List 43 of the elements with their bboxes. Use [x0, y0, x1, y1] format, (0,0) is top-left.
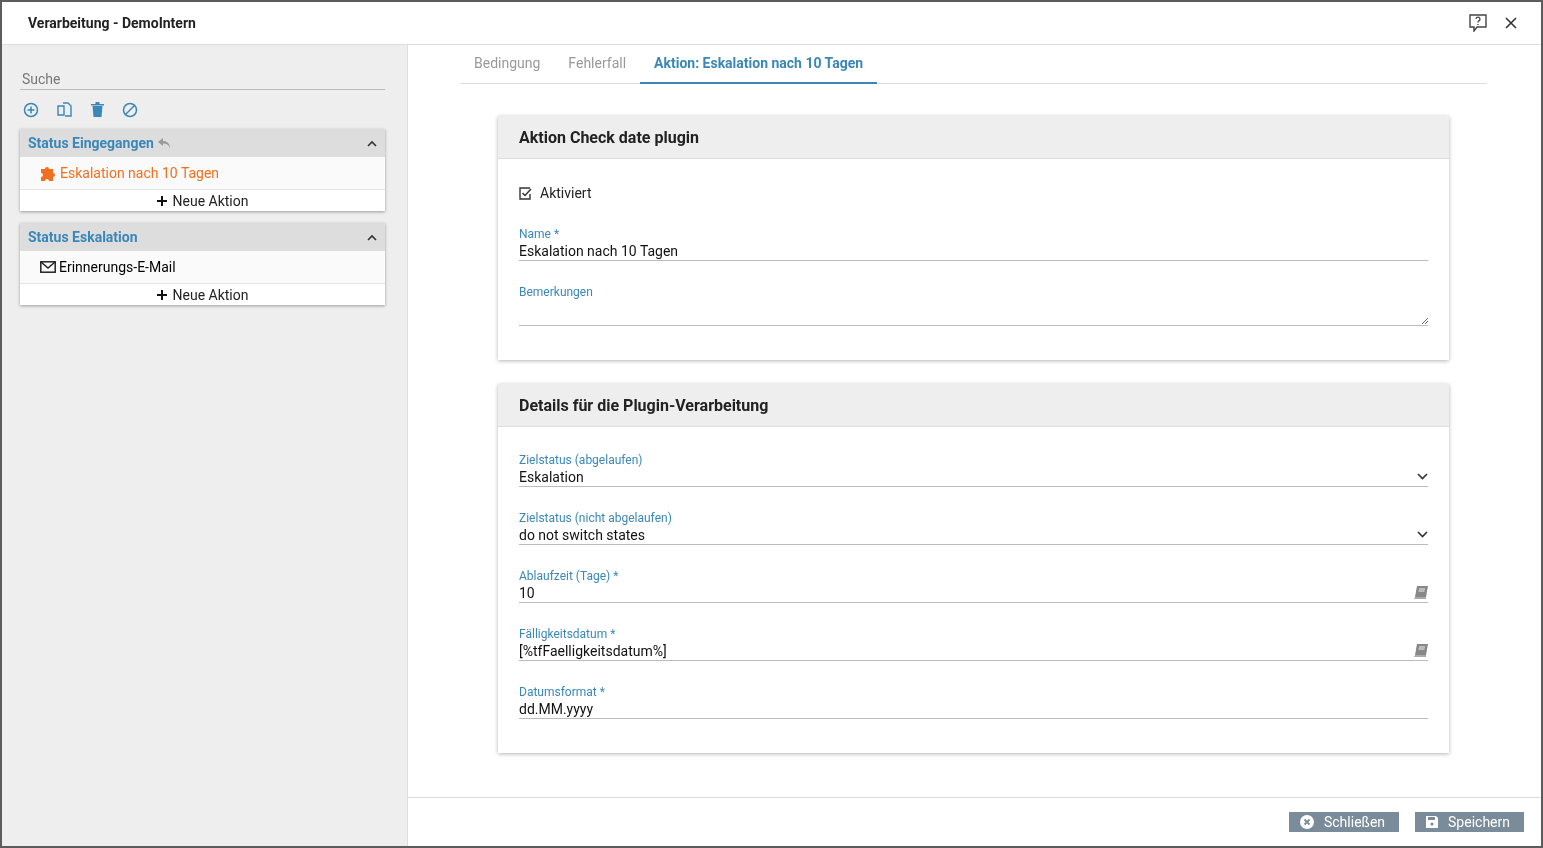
action-item[interactable]: Erinnerungs-E-Mail [20, 251, 385, 284]
help-icon[interactable] [1469, 14, 1487, 32]
search-field[interactable]: Suche [20, 69, 385, 90]
new-action-button[interactable]: Neue Aktion [20, 190, 385, 211]
field-label: Datumsformat * [519, 685, 606, 699]
puzzle-icon [40, 165, 57, 181]
field-label: Name * [519, 227, 561, 241]
book-icon[interactable] [1414, 644, 1428, 657]
section-title: Details für die Plugin-Verarbeitung [519, 395, 769, 415]
select-field[interactable]: do not switch states [519, 526, 1417, 543]
checkbox-label: Aktiviert [540, 185, 592, 201]
field-label: Ablaufzeit (Tage) * [519, 569, 620, 583]
copy-icon[interactable] [57, 102, 73, 119]
field-label: Zielstatus (abgelaufen) [519, 453, 644, 467]
chevron-icon[interactable] [367, 139, 377, 147]
new-action-button[interactable]: Neue Aktion [20, 284, 385, 305]
field-label: Zielstatus (nicht abgelaufen) [519, 511, 673, 525]
add-icon[interactable] [23, 102, 39, 118]
select-field[interactable]: Eskalation [519, 468, 1417, 485]
field-label: Fälligkeitsdatum * [519, 627, 617, 641]
input-field[interactable]: 10 [519, 584, 1414, 601]
input-field[interactable]: [%tfFaelligkeitsdatum%] [519, 642, 1414, 659]
input-field[interactable]: Eskalation nach 10 Tagen [519, 242, 1428, 259]
chevron-icon[interactable] [367, 233, 377, 241]
chevron-down-icon[interactable] [1417, 531, 1428, 538]
input-field[interactable]: dd.MM.yyyy [519, 700, 1428, 717]
checkbox[interactable] [519, 186, 532, 200]
group-title: Status Eingegangen [28, 135, 154, 151]
envelope-icon [40, 261, 56, 273]
window-title: Verarbeitung - DemoIntern [28, 15, 197, 31]
chevron-down-icon[interactable] [1417, 473, 1428, 480]
plus-icon [156, 195, 167, 206]
book-icon[interactable] [1414, 586, 1428, 599]
tab[interactable]: Aktion: Eskalation nach 10 Tagen [640, 45, 878, 84]
group-title: Status Eskalation [28, 229, 138, 245]
close-circle-icon [1299, 815, 1314, 829]
section-title: Aktion Check date plugin [519, 127, 699, 147]
close-icon[interactable] [1505, 17, 1517, 29]
plus-icon [156, 289, 167, 300]
disable-icon[interactable] [122, 102, 138, 118]
trash-icon[interactable] [91, 102, 104, 117]
resize-grip-icon[interactable] [1421, 317, 1428, 324]
field-label: Bemerkungen [519, 285, 594, 299]
